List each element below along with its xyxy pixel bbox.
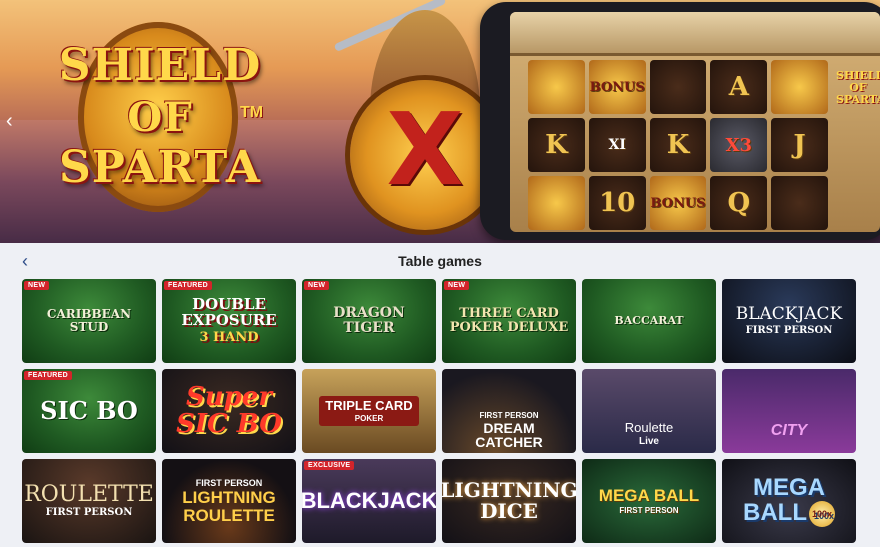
games-grid: NEW CARIBBEAN STUD FEATURED DOUBLE EXPOSUR… [22, 279, 858, 543]
reel-symbol: K [649, 118, 707, 172]
game-tile[interactable]: TRIPLE CARD POKER [302, 369, 436, 453]
game-subtitle: FIRST PERSON [745, 324, 833, 336]
reel-symbol [649, 60, 707, 114]
game-title: BLACKJACK [735, 303, 843, 324]
game-tile[interactable]: EXCLUSIVE BLACKJACK [302, 459, 436, 543]
game-title: LIGHTNING DICE [442, 478, 576, 523]
reel-symbol [528, 60, 585, 114]
tile-badge: NEW [304, 281, 330, 290]
reel-symbol [771, 176, 828, 230]
game-tile[interactable]: MEGA BALL FIRST PERSON [582, 459, 716, 543]
logo-text-line3: SPARTA [58, 142, 262, 193]
game-title: TRIPLE CARD [325, 397, 413, 413]
spartan-shield-icon: X [350, 80, 500, 230]
game-tile[interactable]: ROULETTE FIRST PERSON [22, 459, 156, 543]
game-title: THREE CARD POKER DELUXE [449, 306, 569, 335]
reel-symbol: X3 [710, 118, 768, 172]
game-title: CARIBBEAN STUD [46, 307, 132, 334]
reel-symbol: BONUS [649, 176, 707, 230]
reel-symbol [528, 176, 585, 230]
screen-side-title: SHIELD OF SPARTA [836, 69, 880, 106]
reel-symbol: XI [588, 118, 646, 172]
slot-game-screen: BONUS A K XI K X3 J 10 BONUS Q SHIELD OF… [510, 12, 880, 232]
game-tile[interactable]: CITY [722, 369, 856, 453]
tile-badge: FEATURED [164, 281, 212, 290]
game-title: BACCARAT [614, 314, 684, 328]
game-title: MEGA BALL [598, 485, 700, 505]
game-title: CITY [770, 421, 808, 439]
game-tile[interactable]: NEW DRAGON TIGER [302, 279, 436, 363]
game-title: DRAGON TIGER [333, 305, 405, 336]
multiplier-ball-icon: 100x [808, 500, 835, 527]
section-title: Table games [398, 253, 482, 269]
game-tile[interactable]: LIGHTNING DICE [442, 459, 576, 543]
game-tile[interactable]: NEW CARIBBEAN STUD [22, 279, 156, 363]
game-subtitle: 3 HAND [199, 329, 259, 345]
game-subtitle: FIRST PERSON [619, 505, 679, 515]
reel-symbol: BONUS [588, 60, 646, 114]
tile-badge: NEW [444, 281, 470, 290]
game-title: SIC BO [40, 396, 138, 426]
reel-symbol [771, 60, 828, 114]
tile-badge: NEW [24, 281, 50, 290]
phone-mockup: BONUS A K XI K X3 J 10 BONUS Q SHIELD OF… [480, 2, 880, 240]
game-subtitle: FIRST PERSON [45, 507, 133, 519]
game-tile[interactable]: FEATURED DOUBLE EXPOSURE 3 HAND [162, 279, 296, 363]
game-title: ROULETTE [24, 482, 154, 508]
game-tile[interactable]: Super SIC BO [162, 369, 296, 453]
reel-symbol: 10 [588, 176, 646, 230]
game-title: LIGHTNING ROULETTE [182, 487, 276, 525]
game-tile[interactable]: FIRST PERSON LIGHTNING ROULETTE [162, 459, 296, 543]
promo-banner[interactable]: ‹ SHIELD OF SPARTA TM X BONUS A K XI K X… [0, 0, 880, 243]
section-header: ‹ Table games [0, 243, 880, 279]
game-subtitle: Live [638, 435, 659, 447]
game-subtitle: POKER [354, 413, 384, 423]
game-title: Roulette [624, 419, 674, 435]
logo-text-line1: SHIELD [58, 40, 262, 91]
shield-of-sparta-logo: SHIELD OF SPARTA TM [40, 22, 280, 212]
temple-pediment [510, 12, 880, 56]
shield-x-mark: X [386, 91, 464, 208]
game-tile[interactable]: FEATURED SIC BO [22, 369, 156, 453]
game-tile[interactable]: BLACKJACK FIRST PERSON [722, 279, 856, 363]
tile-badge: EXCLUSIVE [304, 461, 355, 470]
game-title: BLACKJACK [302, 488, 436, 514]
game-tile[interactable]: BACCARAT [582, 279, 716, 363]
banner-prev-arrow-icon[interactable]: ‹ [6, 111, 24, 131]
table-games-section: ‹ Table games NEW CARIBBEAN STUD FEATURED… [0, 243, 880, 547]
game-tile[interactable]: FIRST PERSON DREAM CATCHER [442, 369, 576, 453]
tile-badge: FEATURED [24, 371, 72, 380]
game-title: Super SIC BO [176, 381, 282, 439]
game-tile[interactable]: MEGA BALL 100x [722, 459, 856, 543]
game-tile[interactable]: Roulette Live [582, 369, 716, 453]
game-title: DOUBLE EXPOSURE [181, 295, 277, 330]
reel-symbol: K [528, 118, 585, 172]
reel-symbol: A [710, 60, 768, 114]
game-title: DREAM CATCHER [475, 419, 543, 451]
reel-symbol: J [771, 118, 828, 172]
game-tile[interactable]: NEW THREE CARD POKER DELUXE [442, 279, 576, 363]
reel-symbol: Q [710, 176, 768, 230]
slot-reels: BONUS A K XI K X3 J 10 BONUS Q [528, 60, 828, 230]
logo-trademark: TM [240, 104, 264, 121]
